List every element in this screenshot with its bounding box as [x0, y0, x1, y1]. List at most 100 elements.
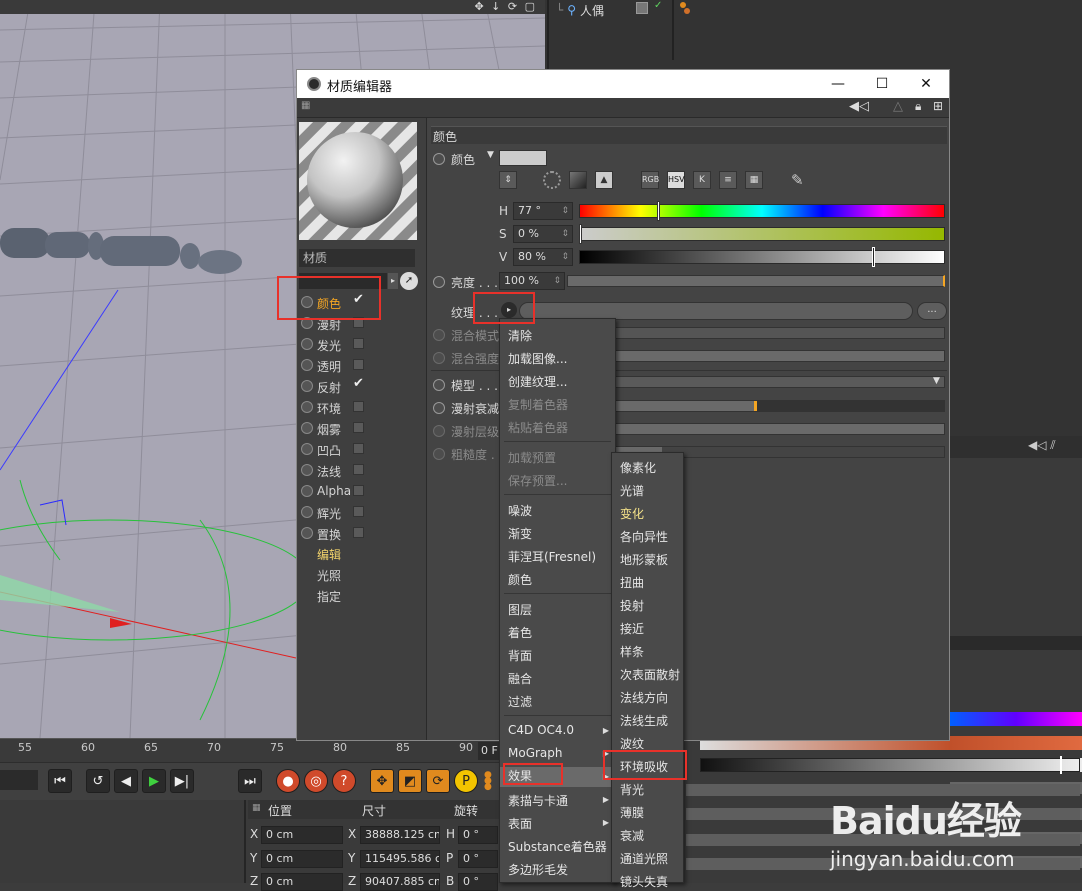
texture-menu-item[interactable]: Substance着色器	[508, 838, 607, 855]
channel-row[interactable]: 辉光	[297, 502, 425, 523]
image-icon[interactable]: ▲	[595, 171, 613, 189]
hue-field[interactable]: 77 °	[513, 202, 573, 220]
color-picker-square-icon[interactable]	[569, 171, 587, 189]
blend-strength-radio[interactable]	[433, 352, 445, 364]
texture-menu-item[interactable]: 图层	[508, 601, 532, 618]
hue-slider-handle[interactable]	[657, 201, 661, 221]
channel-radio[interactable]	[301, 380, 313, 392]
channel-checkbox[interactable]	[353, 443, 364, 454]
material-name-field[interactable]: 材质	[299, 249, 415, 267]
value-slider-handle[interactable]	[871, 247, 875, 267]
texture-menu-item[interactable]: C4D OC4.0	[508, 723, 574, 737]
go-to-start-button[interactable]: ⏮	[48, 769, 72, 793]
channel-checkbox[interactable]	[353, 401, 364, 412]
rotation-p-field[interactable]: 0 °	[458, 850, 498, 868]
effects-menu-item[interactable]: 像素化	[620, 459, 656, 476]
texture-menu-item[interactable]: 渐变	[508, 525, 532, 542]
maximize-button[interactable]: ☐	[872, 74, 892, 94]
size-x-field[interactable]: 38888.125 cm	[360, 826, 440, 844]
effects-menu-item[interactable]: 次表面散射	[620, 666, 680, 683]
close-button[interactable]: ✕	[916, 74, 936, 94]
mixer-icon[interactable]: ≡	[719, 171, 737, 189]
blend-strength-slider[interactable]	[615, 350, 945, 362]
channel-radio[interactable]	[301, 401, 313, 413]
saturation-slider[interactable]	[579, 227, 945, 241]
saturation-field[interactable]: 0 %	[513, 225, 573, 243]
value-handle-lower[interactable]	[1060, 756, 1062, 774]
channel-row[interactable]: 透明	[297, 355, 425, 376]
texture-menu-item[interactable]: 复制着色器	[508, 396, 568, 413]
brightness-field[interactable]: 100 %	[499, 272, 565, 290]
texture-menu-item[interactable]: MoGraph	[508, 746, 563, 760]
brightness-slider[interactable]	[567, 275, 945, 287]
effects-menu-item[interactable]: 光谱	[620, 482, 644, 499]
position-x-field[interactable]: 0 cm	[261, 826, 343, 844]
texture-menu-item[interactable]: 素描与卡通	[508, 792, 568, 809]
effects-menu-item[interactable]: 衰减	[620, 827, 644, 844]
texture-menu-item[interactable]: 粘贴着色器	[508, 419, 568, 436]
channel-row[interactable]: Alpha	[297, 481, 425, 502]
color-radio[interactable]	[433, 153, 445, 165]
value-field[interactable]: 80 %	[513, 248, 573, 266]
hsv-button[interactable]: HSV	[667, 171, 685, 189]
channel-row[interactable]: 发光	[297, 334, 425, 355]
channel-radio[interactable]	[301, 506, 313, 518]
channel-checkbox[interactable]	[353, 464, 364, 475]
texture-more-button[interactable]: ...	[917, 302, 947, 320]
rotation-h-field[interactable]: 0 °	[458, 826, 498, 844]
texture-menu-item[interactable]: 加载预置	[508, 449, 556, 466]
blend-mode-dropdown[interactable]	[615, 327, 945, 339]
frame-start-field[interactable]	[0, 770, 38, 790]
rotate-key-button[interactable]: ⟳	[426, 769, 450, 793]
position-y-field[interactable]: 0 cm	[261, 850, 343, 868]
diffuse-level-slider[interactable]	[615, 423, 945, 435]
texture-menu-item[interactable]: 加载图像...	[508, 350, 567, 367]
channel-checkbox[interactable]	[353, 359, 364, 370]
texture-menu-item[interactable]: 清除	[508, 327, 532, 344]
effects-menu-item[interactable]: 接近	[620, 620, 644, 637]
channel-checkbox[interactable]	[353, 422, 364, 433]
channel-checkbox[interactable]	[353, 338, 364, 349]
window-title-bar[interactable]: 材质编辑器 — ☐ ✕	[297, 70, 949, 98]
go-to-end-button[interactable]: ⏭	[238, 769, 262, 793]
keyframe-selection-button[interactable]: ?	[332, 769, 356, 793]
lock-icon[interactable]: 🔒︎	[915, 99, 921, 114]
channel-row[interactable]: 凹凸	[297, 439, 425, 460]
tag-icon-2[interactable]	[684, 8, 690, 14]
channel-row[interactable]: 反射 ✔	[297, 376, 425, 397]
diffuse-falloff-radio[interactable]	[433, 402, 445, 414]
diffuse-falloff-slider[interactable]	[615, 400, 945, 412]
record-key-button[interactable]: ●	[276, 769, 300, 793]
effects-menu-item[interactable]: 地形蒙板	[620, 551, 668, 568]
effects-menu-item[interactable]: 镜头失真	[620, 873, 668, 890]
channel-checkbox[interactable]	[353, 506, 364, 517]
color-swatch[interactable]	[499, 150, 547, 166]
diffuse-level-radio[interactable]	[433, 425, 445, 437]
texture-menu-item[interactable]: 背面	[508, 647, 532, 664]
cursor-pick-icon[interactable]: ➚	[400, 272, 418, 290]
layer-icon[interactable]	[636, 2, 648, 14]
step-forward-button[interactable]: ▶|	[170, 769, 194, 793]
object-row-figure[interactable]: └ ⚲ 人偶	[556, 1, 604, 19]
rotation-b-field[interactable]: 0 °	[458, 873, 498, 891]
new-panel-icon[interactable]: ⊞	[933, 99, 943, 113]
color-dropdown-arrow-icon[interactable]: ▼	[487, 150, 494, 160]
expand-arrow-icon[interactable]: ▸	[388, 273, 398, 289]
texture-menu-item[interactable]: 过滤	[508, 693, 532, 710]
channel-radio[interactable]	[301, 359, 313, 371]
kelvin-button[interactable]: K	[693, 171, 711, 189]
saturation-slider-handle[interactable]	[579, 224, 582, 244]
nav-up-icon[interactable]: △	[893, 99, 903, 114]
model-dropdown[interactable]	[615, 376, 945, 388]
frame-field[interactable]: 0 F	[478, 742, 500, 760]
effects-menu-item[interactable]: 薄膜	[620, 804, 644, 821]
effects-menu-item[interactable]: 样条	[620, 643, 644, 660]
channel-checkbox[interactable]	[353, 527, 364, 538]
effects-menu-item[interactable]: 背光	[620, 781, 644, 798]
model-radio[interactable]	[433, 379, 445, 391]
sublink-illumination[interactable]: 光照	[317, 567, 341, 584]
roughness-radio[interactable]	[433, 448, 445, 460]
scale-key-button[interactable]: ◩	[398, 769, 422, 793]
effects-menu-item[interactable]: 投射	[620, 597, 644, 614]
hue-slider[interactable]	[579, 204, 945, 218]
